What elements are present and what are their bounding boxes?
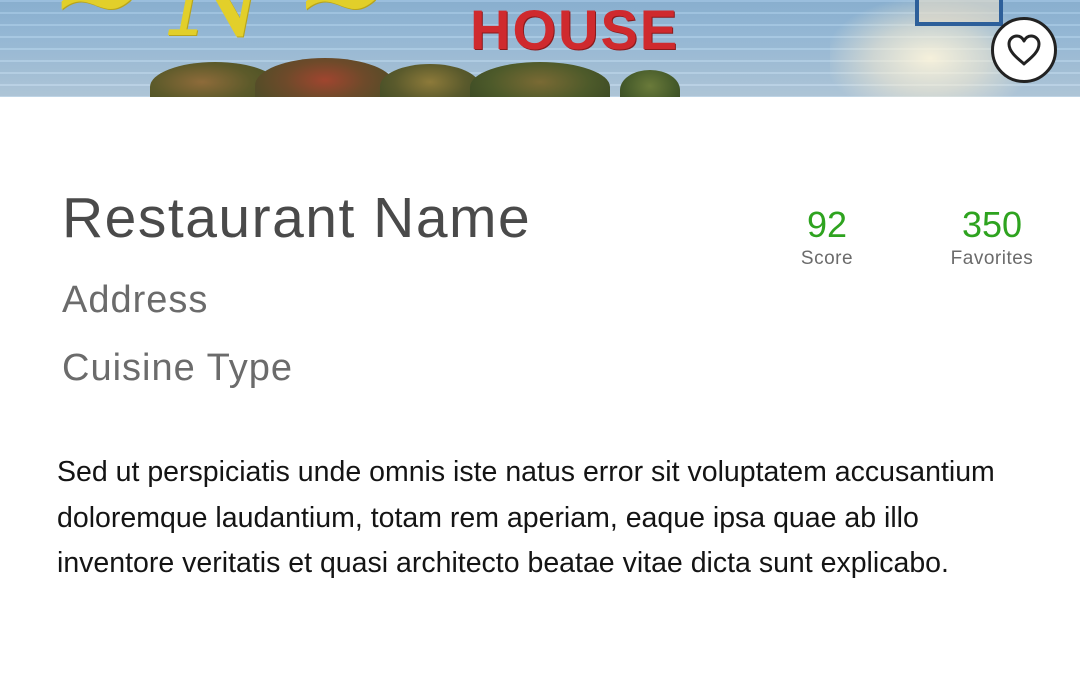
heart-outline-icon <box>1007 34 1041 66</box>
script-sign-logo: ~N~ <box>50 0 415 52</box>
score-label: Score <box>800 247 854 269</box>
window-frame <box>915 0 1003 26</box>
favorites-value: 350 <box>961 204 1023 245</box>
hero-sign-text: HOUSE <box>470 0 680 61</box>
hero-image: ~N~ HOUSE <box>0 0 1080 97</box>
restaurant-description: Sed ut perspiciatis unde omnis iste natu… <box>57 456 995 579</box>
restaurant-address: Address <box>62 279 209 321</box>
score-stat: 92 Score <box>786 205 868 270</box>
favorite-button[interactable] <box>991 17 1057 83</box>
cuisine-type: Cuisine Type <box>62 347 293 389</box>
restaurant-name: Restaurant Name <box>62 186 532 250</box>
restaurant-detail-page: ~N~ HOUSE Restaurant Name Address Cuisin… <box>0 0 1080 675</box>
score-value: 92 <box>806 204 848 245</box>
favorites-stat: 350 Favorites <box>940 205 1044 270</box>
favorites-label: Favorites <box>950 247 1034 269</box>
